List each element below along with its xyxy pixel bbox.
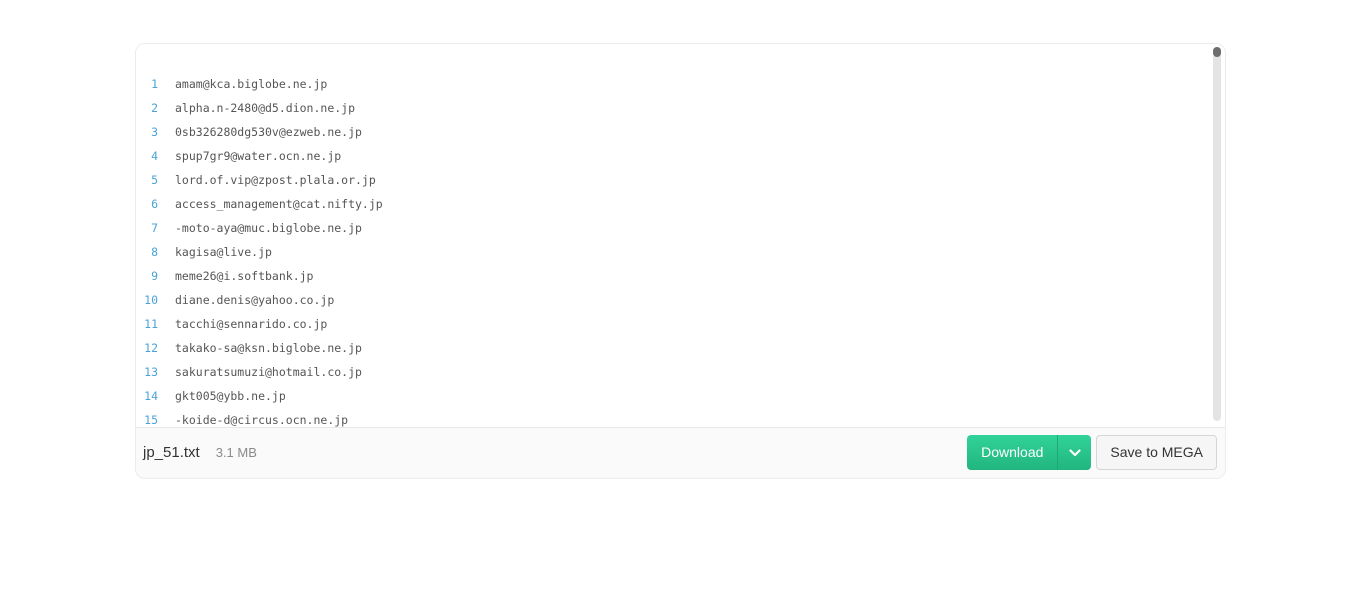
chevron-down-icon xyxy=(1069,448,1081,456)
line-text: takako-sa@ksn.biglobe.ne.jp xyxy=(175,341,362,355)
line-number: 8 xyxy=(151,245,158,259)
text-preview[interactable]: 1 amam@kca.biglobe.ne.jp 2 alpha.n-2480@d5.… xyxy=(136,44,1225,428)
file-name: jp_51.txt xyxy=(143,444,200,461)
line-number: 3 xyxy=(151,125,158,139)
file-preview-panel: 1 amam@kca.biglobe.ne.jp 2 alpha.n-2480@d5.… xyxy=(135,43,1226,479)
text-line: 5 lord.of.vip@zpost.plala.or.jp xyxy=(136,168,383,192)
text-line: 4 spup7gr9@water.ocn.ne.jp xyxy=(136,144,383,168)
text-line: 7 -moto-aya@muc.biglobe.ne.jp xyxy=(136,216,383,240)
line-number: 7 xyxy=(151,221,158,235)
line-number: 6 xyxy=(151,197,158,211)
line-number: 10 xyxy=(144,293,158,307)
file-size: 3.1 MB xyxy=(215,445,257,460)
line-number: 13 xyxy=(144,365,158,379)
line-text: meme26@i.softbank.jp xyxy=(175,269,314,283)
line-text: 0sb326280dg530v@ezweb.ne.jp xyxy=(175,125,362,139)
line-text: -koide-d@circus.ocn.ne.jp xyxy=(175,413,349,427)
text-line: 14 gkt005@ybb.ne.jp xyxy=(136,384,383,408)
line-text: gkt005@ybb.ne.jp xyxy=(175,389,286,403)
line-text: kagisa@live.jp xyxy=(175,245,272,259)
line-number: 14 xyxy=(144,389,158,403)
vertical-scrollbar[interactable] xyxy=(1213,47,1221,421)
line-text: alpha.n-2480@d5.dion.ne.jp xyxy=(175,101,356,115)
download-options-button[interactable] xyxy=(1057,435,1091,470)
save-to-mega-button[interactable]: Save to MEGA xyxy=(1096,435,1217,470)
line-text: diane.denis@yahoo.co.jp xyxy=(175,293,335,307)
line-number: 11 xyxy=(144,317,158,331)
line-text: tacchi@sennarido.co.jp xyxy=(175,317,328,331)
text-line: 9 meme26@i.softbank.jp xyxy=(136,264,383,288)
line-number: 4 xyxy=(151,149,158,163)
line-number: 1 xyxy=(151,77,158,91)
text-line: 8 kagisa@live.jp xyxy=(136,240,383,264)
line-number: 5 xyxy=(151,173,158,187)
text-line: 6 access_management@cat.nifty.jp xyxy=(136,192,383,216)
line-text: spup7gr9@water.ocn.ne.jp xyxy=(175,149,342,163)
text-line: 2 alpha.n-2480@d5.dion.ne.jp xyxy=(136,96,383,120)
line-text: sakuratsumuzi@hotmail.co.jp xyxy=(175,365,362,379)
line-text: lord.of.vip@zpost.plala.or.jp xyxy=(175,173,376,187)
line-number: 15 xyxy=(144,413,158,427)
download-button-group: Download xyxy=(967,435,1092,470)
line-list: 1 amam@kca.biglobe.ne.jp 2 alpha.n-2480@d5.… xyxy=(136,72,383,427)
download-button[interactable]: Download xyxy=(967,435,1057,470)
text-line: 1 amam@kca.biglobe.ne.jp xyxy=(136,72,383,96)
text-line: 15 -koide-d@circus.ocn.ne.jp xyxy=(136,408,383,427)
line-number: 9 xyxy=(151,269,158,283)
text-line: 10 diane.denis@yahoo.co.jp xyxy=(136,288,383,312)
line-text: access_management@cat.nifty.jp xyxy=(175,197,383,211)
text-line: 13 sakuratsumuzi@hotmail.co.jp xyxy=(136,360,383,384)
line-text: -moto-aya@muc.biglobe.ne.jp xyxy=(175,221,362,235)
scrollbar-thumb[interactable] xyxy=(1213,47,1221,57)
line-number: 12 xyxy=(144,341,158,355)
text-line: 3 0sb326280dg530v@ezweb.ne.jp xyxy=(136,120,383,144)
file-footer: jp_51.txt 3.1 MB Download Save to MEGA xyxy=(136,427,1225,478)
text-line: 12 takako-sa@ksn.biglobe.ne.jp xyxy=(136,336,383,360)
text-line: 11 tacchi@sennarido.co.jp xyxy=(136,312,383,336)
line-text: amam@kca.biglobe.ne.jp xyxy=(175,77,328,91)
line-number: 2 xyxy=(151,101,158,115)
